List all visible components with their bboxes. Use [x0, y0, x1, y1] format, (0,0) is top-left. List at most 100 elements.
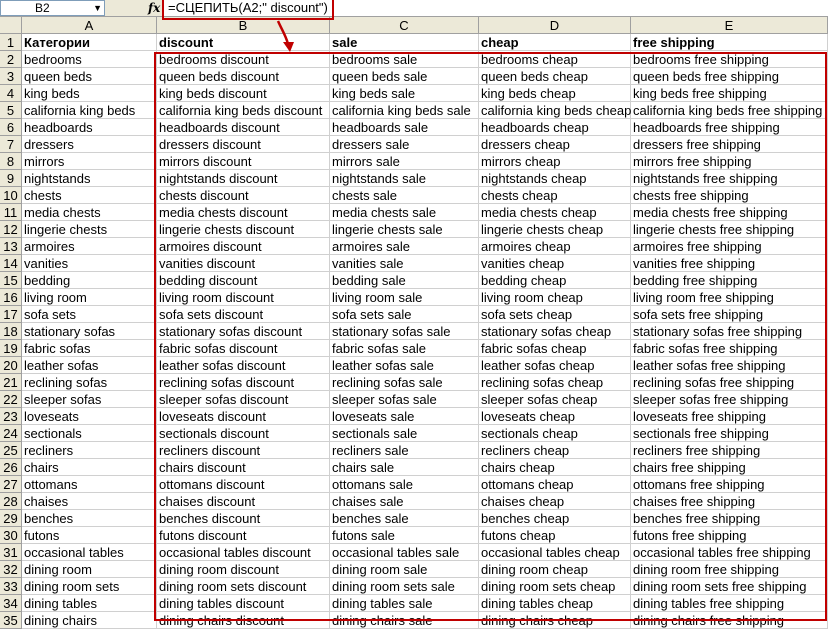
cell-b24[interactable]: sectionals discount — [157, 425, 330, 442]
cell-d13[interactable]: armoires cheap — [479, 238, 631, 255]
row-header[interactable]: 11 — [0, 204, 22, 221]
cell-d19[interactable]: fabric sofas cheap — [479, 340, 631, 357]
row-header[interactable]: 9 — [0, 170, 22, 187]
cell-d25[interactable]: recliners cheap — [479, 442, 631, 459]
cell-a35[interactable]: dining chairs — [22, 612, 157, 629]
cell-b9[interactable]: nightstands discount — [157, 170, 330, 187]
cell-c35[interactable]: dining chairs sale — [330, 612, 479, 629]
cell-a17[interactable]: sofa sets — [22, 306, 157, 323]
cell-b4[interactable]: king beds discount — [157, 85, 330, 102]
select-all-corner[interactable] — [0, 17, 22, 34]
cell-b34[interactable]: dining tables discount — [157, 595, 330, 612]
cell-d21[interactable]: reclining sofas cheap — [479, 374, 631, 391]
cell-c14[interactable]: vanities sale — [330, 255, 479, 272]
cell-d23[interactable]: loveseats cheap — [479, 408, 631, 425]
cell-c25[interactable]: recliners sale — [330, 442, 479, 459]
cell-d29[interactable]: benches cheap — [479, 510, 631, 527]
cell-c4[interactable]: king beds sale — [330, 85, 479, 102]
cell-e28[interactable]: chaises free shipping — [631, 493, 828, 510]
cell-c18[interactable]: stationary sofas sale — [330, 323, 479, 340]
cell-e9[interactable]: nightstands free shipping — [631, 170, 828, 187]
row-header[interactable]: 17 — [0, 306, 22, 323]
cell-a23[interactable]: loveseats — [22, 408, 157, 425]
cell-c29[interactable]: benches sale — [330, 510, 479, 527]
cell-b15[interactable]: bedding discount — [157, 272, 330, 289]
cell-e19[interactable]: fabric sofas free shipping — [631, 340, 828, 357]
cell-c20[interactable]: leather sofas sale — [330, 357, 479, 374]
cell-c2[interactable]: bedrooms sale — [330, 51, 479, 68]
cell-b18[interactable]: stationary sofas discount — [157, 323, 330, 340]
cell-d10[interactable]: chests cheap — [479, 187, 631, 204]
cell-a18[interactable]: stationary sofas — [22, 323, 157, 340]
cell-b1[interactable]: discount — [157, 34, 330, 51]
cell-c15[interactable]: bedding sale — [330, 272, 479, 289]
cell-a14[interactable]: vanities — [22, 255, 157, 272]
cell-c22[interactable]: sleeper sofas sale — [330, 391, 479, 408]
cell-d4[interactable]: king beds cheap — [479, 85, 631, 102]
cell-b23[interactable]: loveseats discount — [157, 408, 330, 425]
cell-a10[interactable]: chests — [22, 187, 157, 204]
cell-e29[interactable]: benches free shipping — [631, 510, 828, 527]
cell-c19[interactable]: fabric sofas sale — [330, 340, 479, 357]
row-header[interactable]: 14 — [0, 255, 22, 272]
cell-b28[interactable]: chaises discount — [157, 493, 330, 510]
cell-c7[interactable]: dressers sale — [330, 136, 479, 153]
cell-b17[interactable]: sofa sets discount — [157, 306, 330, 323]
row-header[interactable]: 13 — [0, 238, 22, 255]
cell-a9[interactable]: nightstands — [22, 170, 157, 187]
row-header[interactable]: 33 — [0, 578, 22, 595]
cell-b32[interactable]: dining room discount — [157, 561, 330, 578]
row-header[interactable]: 25 — [0, 442, 22, 459]
cell-a6[interactable]: headboards — [22, 119, 157, 136]
cell-e31[interactable]: occasional tables free shipping — [631, 544, 828, 561]
cell-a11[interactable]: media chests — [22, 204, 157, 221]
cell-d26[interactable]: chairs cheap — [479, 459, 631, 476]
cell-c3[interactable]: queen beds sale — [330, 68, 479, 85]
row-header[interactable]: 28 — [0, 493, 22, 510]
cell-e2[interactable]: bedrooms free shipping — [631, 51, 828, 68]
cell-d11[interactable]: media chests cheap — [479, 204, 631, 221]
cell-e34[interactable]: dining tables free shipping — [631, 595, 828, 612]
cell-c5[interactable]: california king beds sale — [330, 102, 479, 119]
cell-c24[interactable]: sectionals sale — [330, 425, 479, 442]
row-header[interactable]: 26 — [0, 459, 22, 476]
column-header-b[interactable]: B — [157, 17, 330, 34]
cell-a15[interactable]: bedding — [22, 272, 157, 289]
cell-d12[interactable]: lingerie chests cheap — [479, 221, 631, 238]
cell-b33[interactable]: dining room sets discount — [157, 578, 330, 595]
cell-e32[interactable]: dining room free shipping — [631, 561, 828, 578]
cell-d9[interactable]: nightstands cheap — [479, 170, 631, 187]
cell-e5[interactable]: california king beds free shipping — [631, 102, 828, 119]
cell-b29[interactable]: benches discount — [157, 510, 330, 527]
cell-e24[interactable]: sectionals free shipping — [631, 425, 828, 442]
cell-e20[interactable]: leather sofas free shipping — [631, 357, 828, 374]
cell-a27[interactable]: ottomans — [22, 476, 157, 493]
cell-e18[interactable]: stationary sofas free shipping — [631, 323, 828, 340]
cell-a31[interactable]: occasional tables — [22, 544, 157, 561]
cell-c13[interactable]: armoires sale — [330, 238, 479, 255]
cell-a21[interactable]: reclining sofas — [22, 374, 157, 391]
row-header[interactable]: 31 — [0, 544, 22, 561]
cell-d28[interactable]: chaises cheap — [479, 493, 631, 510]
cell-b2[interactable]: bedrooms discount — [157, 51, 330, 68]
cell-d33[interactable]: dining room sets cheap — [479, 578, 631, 595]
cell-e1[interactable]: free shipping — [631, 34, 828, 51]
cell-c12[interactable]: lingerie chests sale — [330, 221, 479, 238]
cell-d18[interactable]: stationary sofas cheap — [479, 323, 631, 340]
cell-e10[interactable]: chests free shipping — [631, 187, 828, 204]
cell-a25[interactable]: recliners — [22, 442, 157, 459]
cell-e6[interactable]: headboards free shipping — [631, 119, 828, 136]
cell-a5[interactable]: california king beds — [22, 102, 157, 119]
cell-b3[interactable]: queen beds discount — [157, 68, 330, 85]
row-header[interactable]: 12 — [0, 221, 22, 238]
column-header-c[interactable]: C — [330, 17, 479, 34]
cell-a2[interactable]: bedrooms — [22, 51, 157, 68]
cell-b26[interactable]: chairs discount — [157, 459, 330, 476]
cell-b5[interactable]: california king beds discount — [157, 102, 330, 119]
cell-e11[interactable]: media chests free shipping — [631, 204, 828, 221]
cell-c11[interactable]: media chests sale — [330, 204, 479, 221]
cell-d30[interactable]: futons cheap — [479, 527, 631, 544]
cell-b20[interactable]: leather sofas discount — [157, 357, 330, 374]
cell-e8[interactable]: mirrors free shipping — [631, 153, 828, 170]
cell-b35[interactable]: dining chairs discount — [157, 612, 330, 629]
